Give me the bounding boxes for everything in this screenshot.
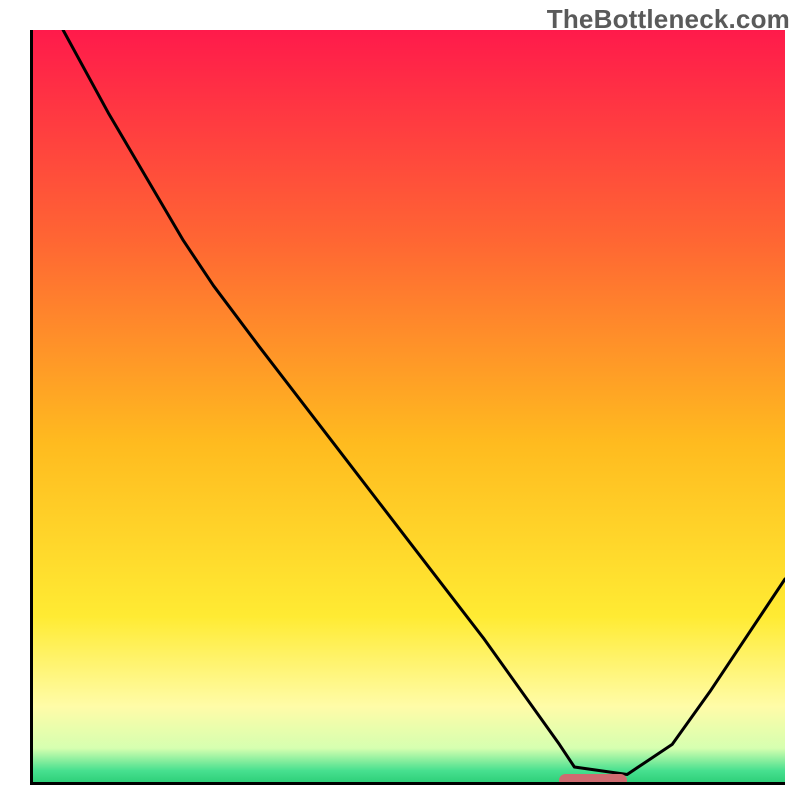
- chart-svg: [33, 30, 785, 782]
- chart-frame: TheBottleneck.com: [0, 0, 800, 800]
- gradient-background: [33, 30, 785, 782]
- plot-area: [30, 30, 785, 785]
- optimal-marker: [559, 774, 627, 785]
- watermark-label: TheBottleneck.com: [547, 4, 790, 35]
